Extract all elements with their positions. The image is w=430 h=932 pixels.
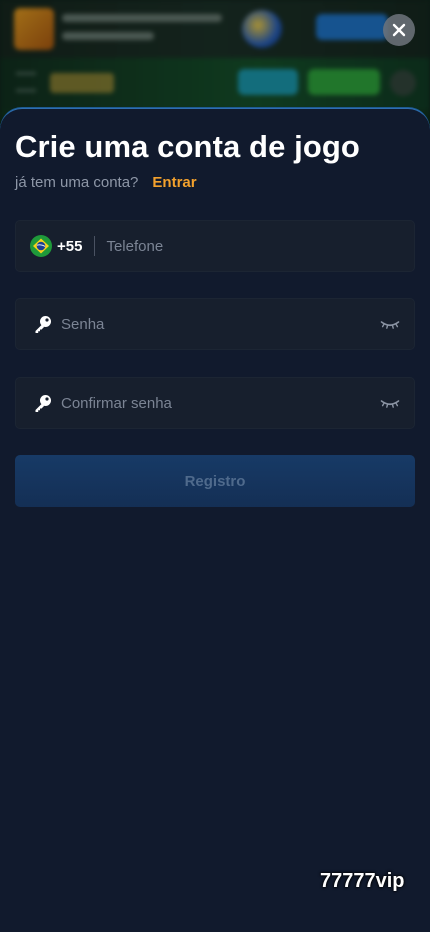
key-icon: [35, 316, 51, 333]
phone-field[interactable]: +55: [15, 220, 415, 272]
login-link[interactable]: Entrar: [152, 174, 196, 191]
watermark: 77777vip: [320, 870, 405, 892]
eye-closed-icon[interactable]: [380, 396, 400, 410]
key-icon: [35, 395, 51, 412]
eye-closed-icon[interactable]: [380, 317, 400, 331]
brazil-flag-icon[interactable]: [30, 235, 52, 257]
close-icon: [392, 23, 406, 37]
register-modal: Crie uma conta de jogo já tem uma conta?…: [0, 108, 430, 932]
password-input[interactable]: [61, 299, 380, 349]
password-field[interactable]: [15, 298, 415, 350]
confirm-password-field[interactable]: [15, 377, 415, 429]
have-account-text: já tem uma conta?: [15, 174, 139, 191]
country-code-selector[interactable]: +55: [57, 238, 82, 255]
login-prompt: já tem uma conta? Entrar: [15, 174, 197, 191]
phone-divider: [94, 236, 96, 256]
modal-title: Crie uma conta de jogo: [15, 129, 360, 164]
close-button[interactable]: [383, 14, 415, 46]
register-button[interactable]: Registro: [15, 455, 415, 507]
confirm-password-input[interactable]: [61, 378, 380, 428]
phone-input[interactable]: [106, 221, 414, 271]
